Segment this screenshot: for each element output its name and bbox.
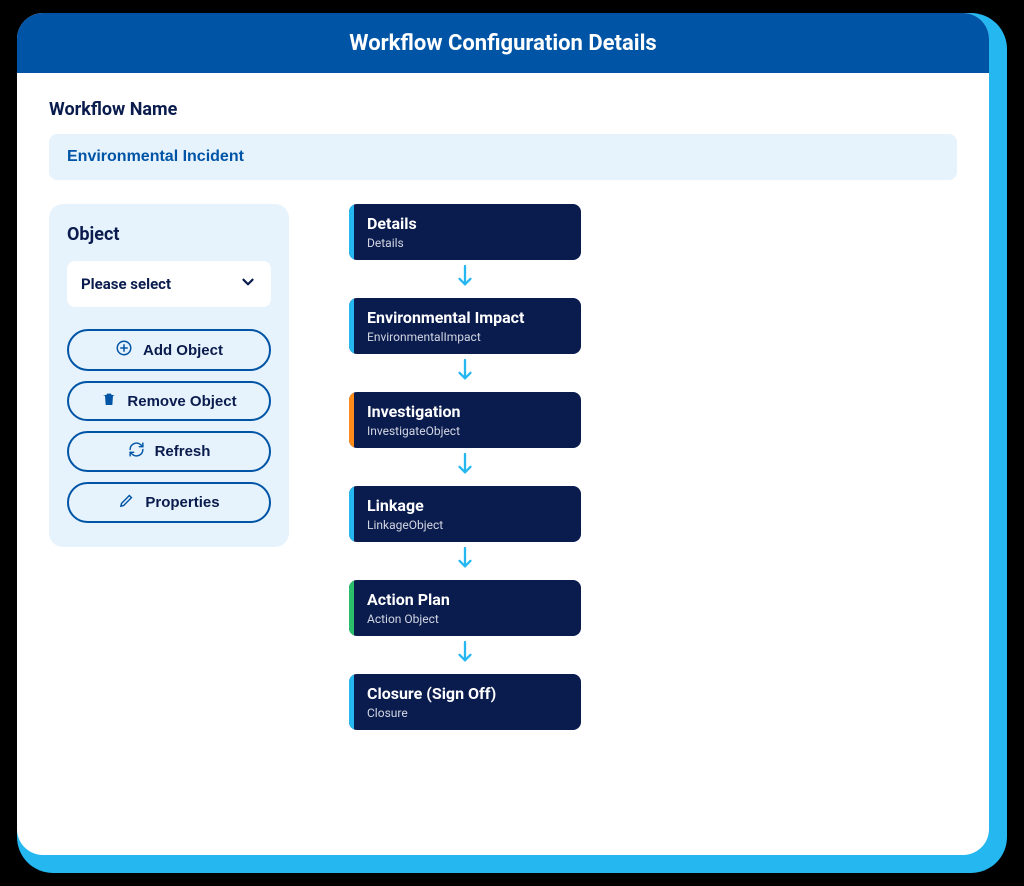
step-accent xyxy=(349,486,354,542)
step-subtitle: InvestigateObject xyxy=(367,424,567,438)
arrow-down-icon xyxy=(454,264,476,294)
workflow-name-input[interactable] xyxy=(49,134,957,180)
step-subtitle: LinkageObject xyxy=(367,518,567,532)
remove-object-label: Remove Object xyxy=(127,393,236,410)
arrow-down-icon xyxy=(454,546,476,576)
object-panel-title: Object xyxy=(67,224,271,245)
pencil-icon xyxy=(118,492,135,513)
window-title: Workflow Configuration Details xyxy=(349,31,656,56)
workflow-step[interactable]: Linkage LinkageObject xyxy=(349,486,581,542)
workflow-flow: DetailsDetailsEnvironmental ImpactEnviro… xyxy=(349,204,581,730)
workflow-step[interactable]: Environmental Impact EnvironmentalImpact xyxy=(349,298,581,354)
step-subtitle: EnvironmentalImpact xyxy=(367,330,567,344)
object-select[interactable]: Please select xyxy=(67,261,271,307)
step-subtitle: Action Object xyxy=(367,612,567,626)
arrow-down-icon xyxy=(454,640,476,670)
workflow-step[interactable]: Investigation InvestigateObject xyxy=(349,392,581,448)
plus-circle-icon xyxy=(115,339,133,361)
properties-label: Properties xyxy=(145,494,219,511)
object-panel: Object Please select Add Object xyxy=(49,204,289,547)
remove-object-button[interactable]: Remove Object xyxy=(67,381,271,421)
arrow-down-icon xyxy=(454,452,476,482)
step-subtitle: Closure xyxy=(367,706,567,720)
properties-button[interactable]: Properties xyxy=(67,482,271,523)
workflow-step[interactable]: Details Details xyxy=(349,204,581,260)
add-object-label: Add Object xyxy=(143,342,223,359)
object-actions: Add Object Remove Object xyxy=(67,329,271,523)
step-accent xyxy=(349,392,354,448)
workflow-step[interactable]: Action Plan Action Object xyxy=(349,580,581,636)
step-title: Investigation xyxy=(367,402,567,421)
step-title: Closure (Sign Off) xyxy=(367,684,567,703)
step-title: Environmental Impact xyxy=(367,308,567,327)
outer-frame: Workflow Configuration Details Workflow … xyxy=(17,13,1007,873)
step-accent xyxy=(349,580,354,636)
step-title: Linkage xyxy=(367,496,567,515)
add-object-button[interactable]: Add Object xyxy=(67,329,271,371)
workflow-name-label: Workflow Name xyxy=(49,99,957,120)
refresh-label: Refresh xyxy=(155,443,211,460)
step-subtitle: Details xyxy=(367,236,567,250)
content-area: Workflow Name Object Please select xyxy=(17,73,989,756)
refresh-button[interactable]: Refresh xyxy=(67,431,271,472)
step-title: Action Plan xyxy=(367,590,567,609)
title-bar: Workflow Configuration Details xyxy=(17,13,989,73)
object-select-placeholder: Please select xyxy=(81,275,171,293)
workflow-step[interactable]: Closure (Sign Off) Closure xyxy=(349,674,581,730)
body-row: Object Please select Add Object xyxy=(49,204,957,730)
step-accent xyxy=(349,298,354,354)
step-accent xyxy=(349,204,354,260)
step-title: Details xyxy=(367,214,567,233)
step-accent xyxy=(349,674,354,730)
trash-icon xyxy=(101,391,117,411)
chevron-down-icon xyxy=(239,273,257,295)
arrow-down-icon xyxy=(454,358,476,388)
app-window: Workflow Configuration Details Workflow … xyxy=(17,13,989,855)
refresh-icon xyxy=(128,441,145,462)
